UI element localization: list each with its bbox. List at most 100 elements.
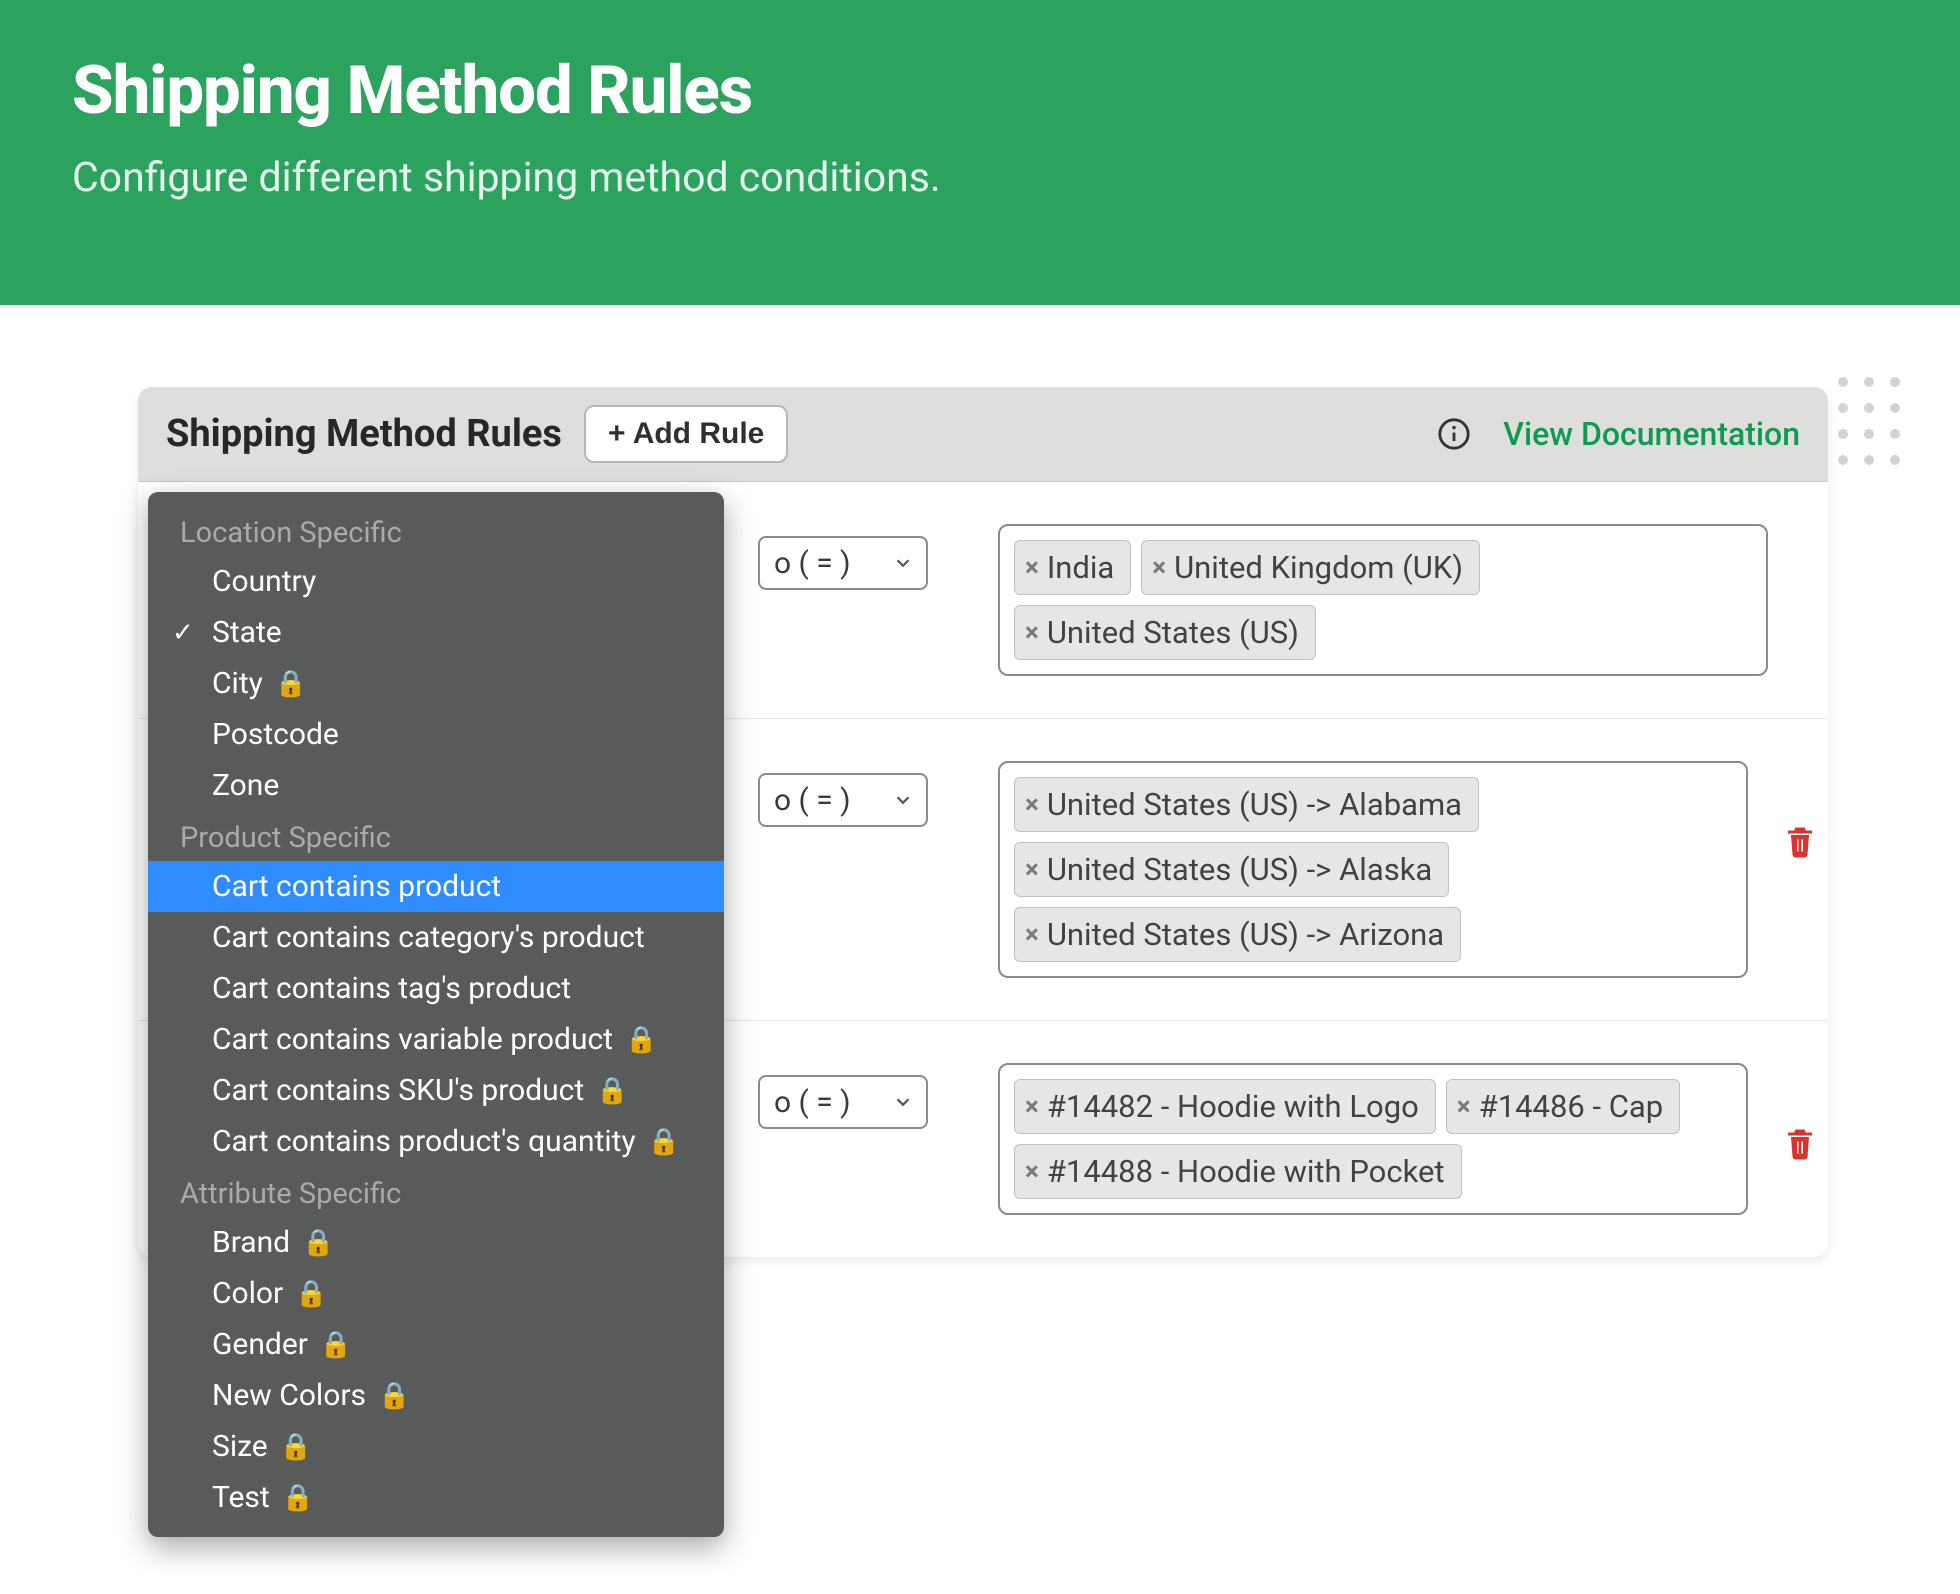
dropdown-item[interactable]: Cart contains SKU's product 🔒 [148, 1065, 724, 1116]
lock-icon: 🔒 [280, 1432, 312, 1462]
remove-tag-icon[interactable]: × [1025, 620, 1039, 646]
trash-icon [1782, 1123, 1818, 1163]
dropdown-item-label: Test [212, 1480, 270, 1515]
panel-title: Shipping Method Rules [166, 412, 562, 456]
dropdown-item-label: Cart contains product's quantity [212, 1124, 636, 1159]
dropdown-item[interactable]: Cart contains variable product 🔒 [148, 1014, 724, 1065]
tag-chip: × #14482 - Hoodie with Logo [1014, 1079, 1436, 1134]
tag-label: United States (US) -> Alabama [1047, 786, 1462, 823]
tag-chip: × United States (US) -> Alaska [1014, 842, 1449, 897]
tag-chip: × United States (US) -> Alabama [1014, 777, 1479, 832]
dropdown-item[interactable]: Color 🔒 [148, 1268, 724, 1319]
view-documentation-link[interactable]: View Documentation [1503, 415, 1800, 453]
tags-input[interactable]: ×#14482 - Hoodie with Logo×#14486 - Cap×… [998, 1063, 1748, 1215]
trash-icon [1782, 821, 1818, 861]
lock-icon: 🔒 [625, 1025, 657, 1055]
tag-label: United States (US) -> Alaska [1047, 851, 1432, 888]
lock-icon: 🔒 [378, 1381, 410, 1411]
dropdown-item[interactable]: Country [148, 556, 724, 607]
dropdown-group-label: Attribute Specific [148, 1167, 724, 1217]
condition-dropdown[interactable]: Location Specific Country ✓ State City 🔒 Postc… [148, 492, 724, 1537]
rules-body: o ( = ) × India × United Kingdom (UK) × United… [138, 482, 1828, 1257]
tag-chip: × United Kingdom (UK) [1141, 540, 1480, 595]
remove-tag-icon[interactable]: × [1025, 1094, 1039, 1120]
remove-tag-icon[interactable]: × [1025, 792, 1039, 818]
dropdown-item[interactable]: Test 🔒 [148, 1472, 724, 1523]
dropdown-item-label: State [212, 615, 282, 650]
hero-title: Shipping Method Rules [72, 52, 1888, 130]
chevron-down-icon [892, 789, 914, 811]
lock-icon: 🔒 [302, 1228, 334, 1258]
dropdown-group-label: Location Specific [148, 506, 724, 556]
dropdown-item[interactable]: Brand 🔒 [148, 1217, 724, 1268]
dropdown-item-label: Postcode [212, 717, 339, 752]
chevron-down-icon [892, 552, 914, 574]
operator-select[interactable]: o ( = ) [758, 536, 928, 590]
lock-icon: 🔒 [320, 1330, 352, 1360]
check-icon: ✓ [172, 618, 194, 648]
dropdown-item[interactable]: Zone [148, 760, 724, 811]
content-wrap: Shipping Method Rules + Add Rule View Do… [0, 305, 1960, 1257]
tag-label: #14482 - Hoodie with Logo [1047, 1088, 1419, 1125]
hero-banner: Shipping Method Rules Configure differen… [0, 0, 1960, 305]
tag-label: #14488 - Hoodie with Pocket [1047, 1153, 1445, 1190]
lock-icon: 🔒 [295, 1279, 327, 1309]
dropdown-item-label: Country [212, 564, 316, 599]
tags-input[interactable]: × United States (US) -> Alabama × United St… [998, 761, 1748, 978]
operator-value: o ( = ) [774, 546, 851, 581]
dropdown-item-label: Gender [212, 1327, 308, 1362]
dropdown-item[interactable]: City 🔒 [148, 658, 724, 709]
info-icon [1437, 417, 1471, 451]
hero-subtitle: Configure different shipping method cond… [72, 154, 1888, 202]
dropdown-item-label: New Colors [212, 1378, 366, 1413]
lock-icon: 🔒 [648, 1127, 680, 1157]
tag-label: India [1047, 549, 1114, 586]
chevron-down-icon [892, 1091, 914, 1113]
dropdown-item[interactable]: Gender 🔒 [148, 1319, 724, 1370]
tag-chip: × United States (US) -> Arizona [1014, 907, 1461, 962]
remove-tag-icon[interactable]: × [1457, 1094, 1471, 1120]
dropdown-item-label: Brand [212, 1225, 290, 1260]
dropdown-item[interactable]: Cart contains product [148, 861, 724, 912]
dropdown-item-label: Cart contains variable product [212, 1022, 613, 1057]
operator-select[interactable]: o ( = ) [758, 1075, 928, 1129]
tag-label: United States (US) [1047, 614, 1299, 651]
operator-value: o ( = ) [774, 1085, 851, 1120]
dropdown-item[interactable]: Postcode [148, 709, 724, 760]
dropdown-item[interactable]: ✓ State [148, 607, 724, 658]
lock-icon: 🔒 [275, 669, 307, 699]
dropdown-item[interactable]: Size 🔒 [148, 1421, 724, 1472]
panel-header: Shipping Method Rules + Add Rule View Do… [138, 387, 1828, 482]
tags-input[interactable]: × India × United Kingdom (UK) × United States… [998, 524, 1768, 676]
operator-value: o ( = ) [774, 783, 851, 818]
tag-chip: × #14486 - Cap [1446, 1079, 1680, 1134]
dropdown-item[interactable]: Cart contains tag's product [148, 963, 724, 1014]
tag-label: United Kingdom (UK) [1174, 549, 1463, 586]
remove-tag-icon[interactable]: × [1025, 922, 1039, 948]
dropdown-item-label: Color [212, 1276, 283, 1311]
dropdown-item[interactable]: New Colors 🔒 [148, 1370, 724, 1421]
remove-tag-icon[interactable]: × [1025, 857, 1039, 883]
remove-tag-icon[interactable]: × [1152, 555, 1166, 581]
dropdown-item-label: Cart contains category's product [212, 920, 645, 955]
tag-label: United States (US) -> Arizona [1047, 916, 1444, 953]
dropdown-item-label: Size [212, 1429, 268, 1464]
dropdown-item-label: City [212, 666, 263, 701]
tag-label: #14486 - Cap [1479, 1088, 1664, 1125]
delete-rule-button[interactable] [1782, 1123, 1818, 1167]
operator-select[interactable]: o ( = ) [758, 773, 928, 827]
add-rule-button[interactable]: + Add Rule [584, 405, 788, 463]
dropdown-group-label: Product Specific [148, 811, 724, 861]
page-root: Shipping Method Rules Configure differen… [0, 0, 1960, 1594]
lock-icon: 🔒 [282, 1483, 314, 1513]
dropdown-item[interactable]: Cart contains product's quantity 🔒 [148, 1116, 724, 1167]
dropdown-item[interactable]: Cart contains category's product [148, 912, 724, 963]
tag-chip: × #14488 - Hoodie with Pocket [1014, 1144, 1462, 1199]
lock-icon: 🔒 [596, 1076, 628, 1106]
remove-tag-icon[interactable]: × [1025, 1159, 1039, 1185]
tag-chip: × India [1014, 540, 1131, 595]
remove-tag-icon[interactable]: × [1025, 555, 1039, 581]
rules-panel: Shipping Method Rules + Add Rule View Do… [138, 387, 1828, 1257]
delete-rule-button[interactable] [1782, 821, 1818, 865]
dropdown-item-label: Cart contains SKU's product [212, 1073, 584, 1108]
